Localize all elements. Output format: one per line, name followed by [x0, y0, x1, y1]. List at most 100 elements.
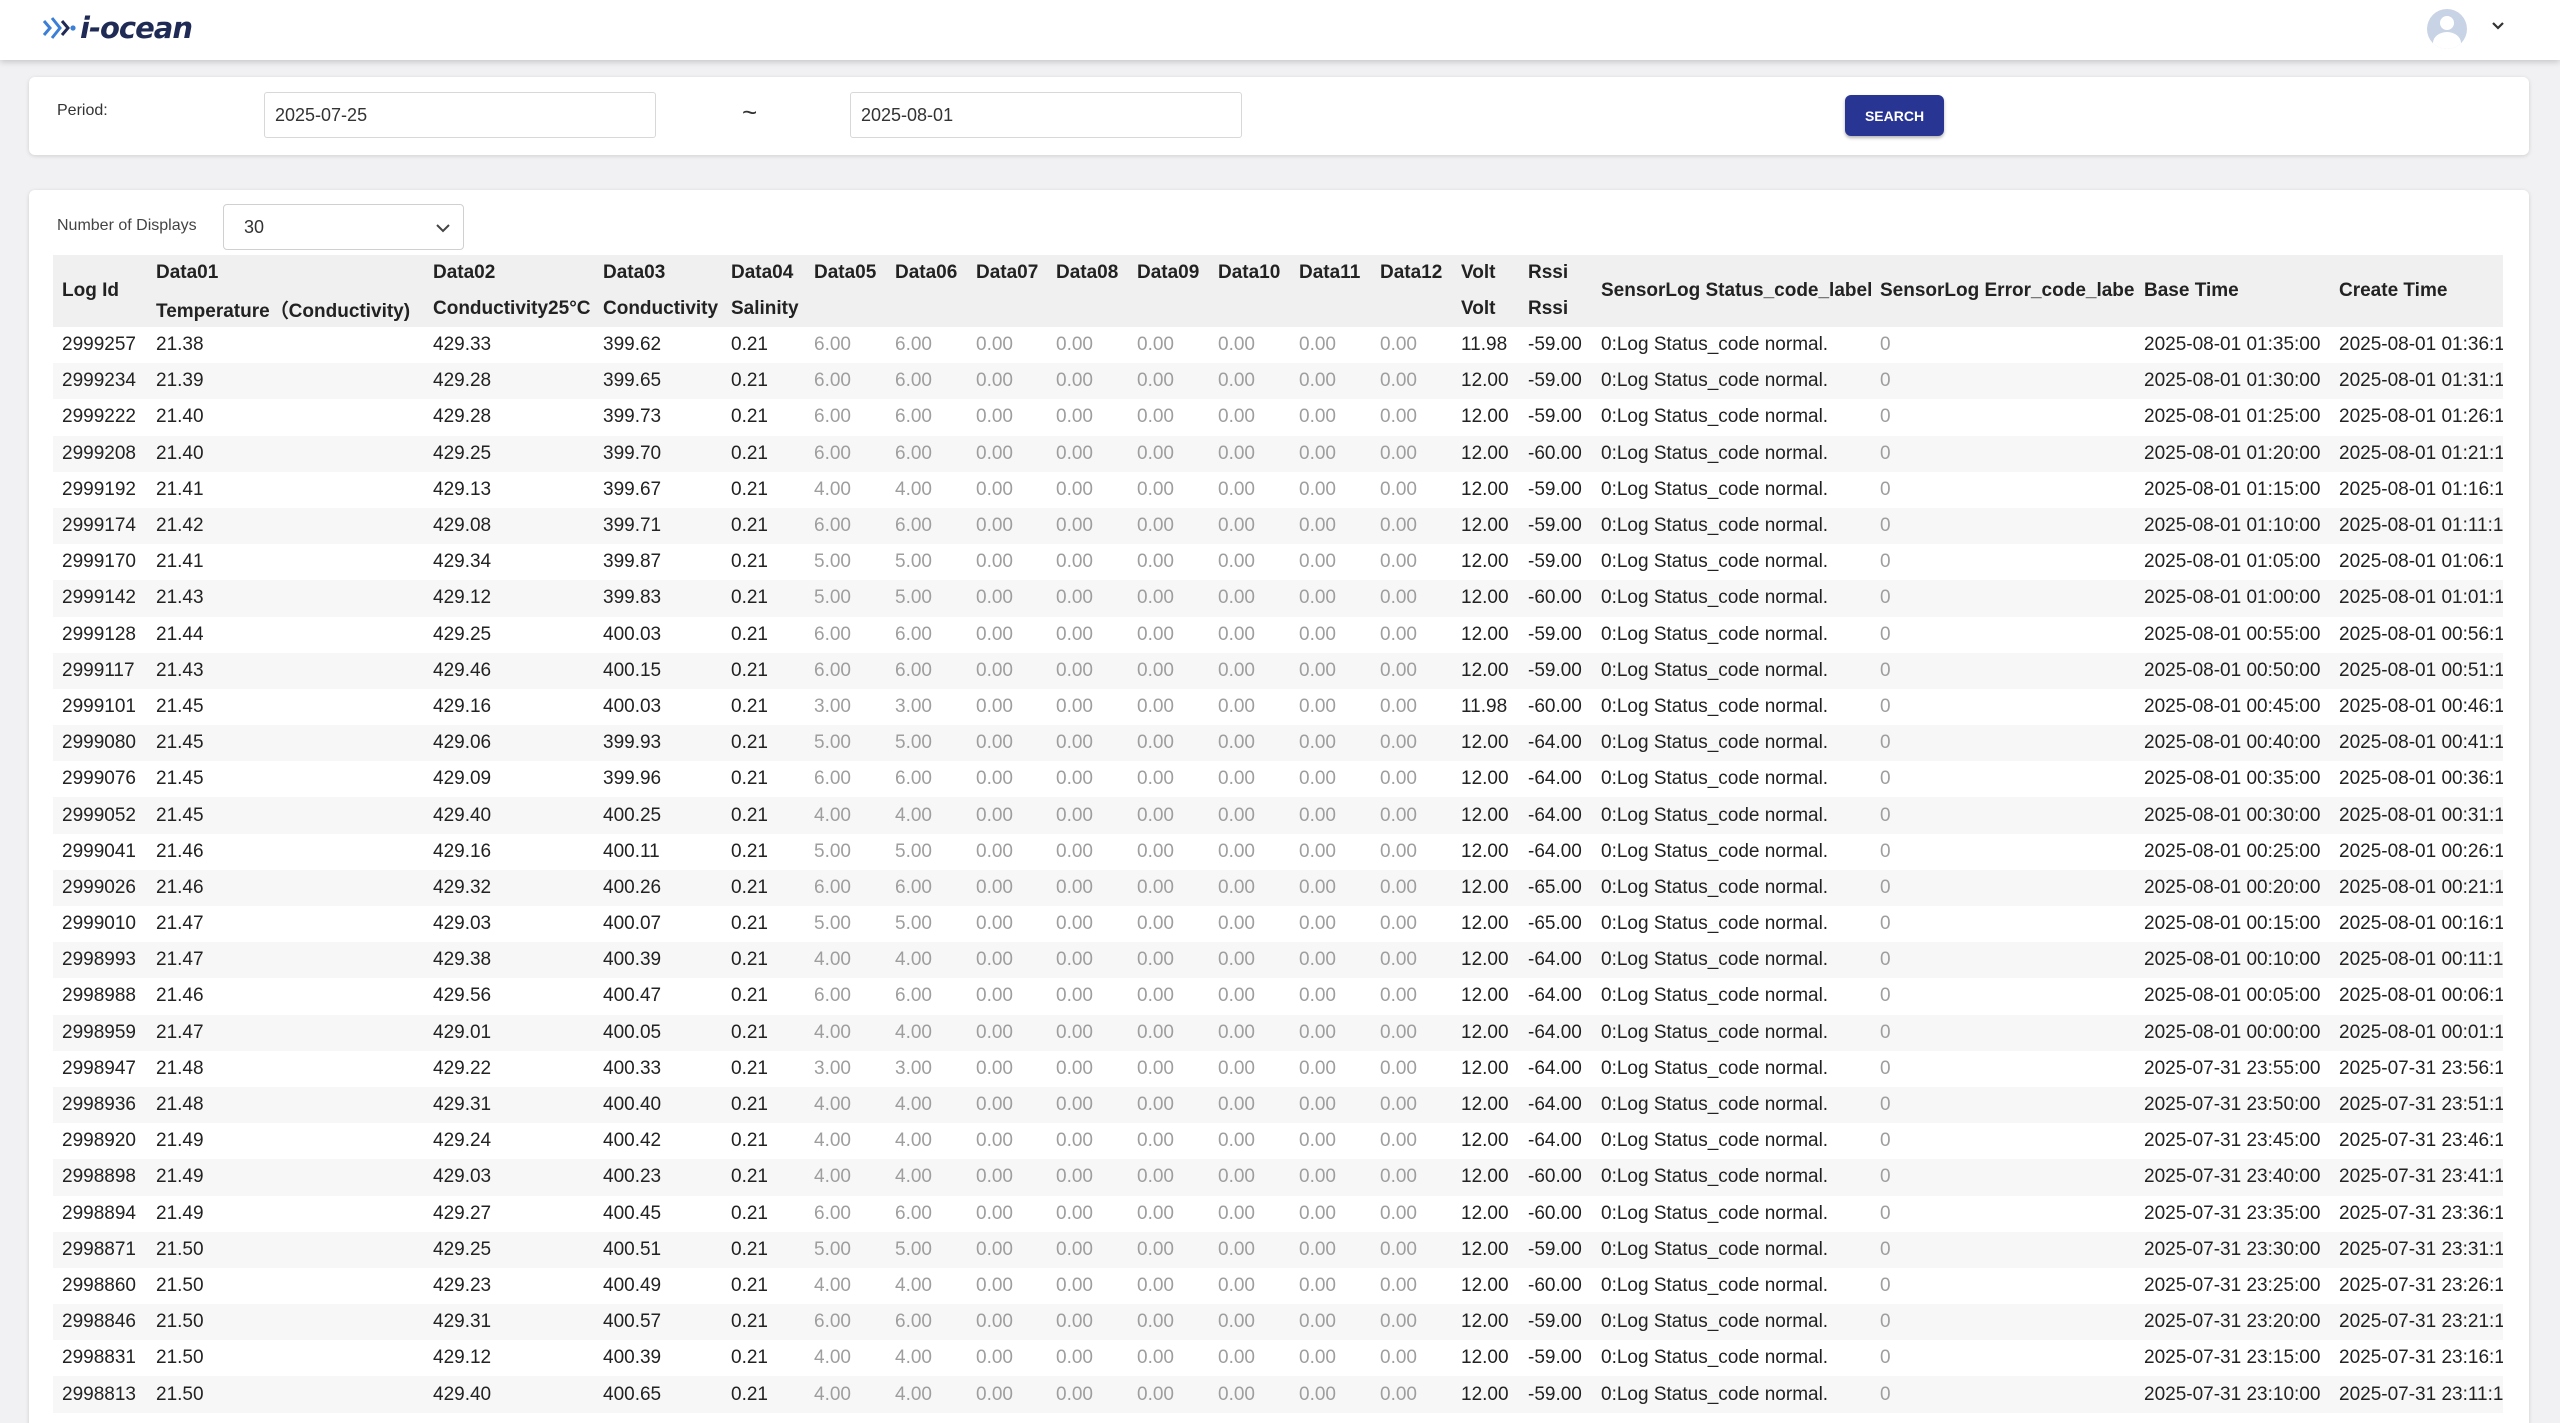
cell-status: 0:Log Status_code normal. [1601, 478, 1829, 500]
cell-status: 0:Log Status_code normal. [1592, 1304, 1871, 1341]
cell-data09: 0.00 [1137, 551, 1174, 573]
cell-create-time: 2025-07-31 23:41:1 [2330, 1159, 2503, 1196]
cell-data12: 0.00 [1380, 768, 1417, 790]
table-row[interactable]: 2998993 21.47 429.38 400.39 0.21 4.00 4.00 0.00… [53, 942, 2503, 979]
table-row[interactable]: 2998988 21.46 429.56 400.47 0.21 6.00 6.00 0.00… [53, 978, 2503, 1014]
table-row[interactable]: 2998860 21.50 429.23 400.49 0.21 4.00 4.00 0.00… [53, 1268, 2503, 1304]
cell-create-time: 2025-08-01 01:16:1 [2339, 478, 2503, 500]
cell-data09: 0.00 [1128, 797, 1209, 834]
table-row[interactable]: 2998947 21.48 429.22 400.33 0.21 3.00 3.00 0.00… [53, 1051, 2503, 1087]
table-row[interactable]: 2999234 21.39 429.28 399.65 0.21 6.00 6.00 0.00… [53, 363, 2503, 400]
cell-data01: 21.43 [147, 652, 424, 689]
cell-volt: 12.00 [1461, 1202, 1509, 1224]
search-button[interactable]: SEARCH [1845, 95, 1944, 136]
col-header-data11[interactable]: Data11 [1290, 255, 1371, 291]
cell-data02: 429.23 [433, 1274, 492, 1296]
table-row[interactable]: 2998813 21.50 429.40 400.65 0.21 4.00 4.00 0.00… [53, 1376, 2503, 1413]
cell-data11: 0.00 [1299, 623, 1336, 645]
table-row[interactable]: 2998831 21.50 429.12 400.39 0.21 4.00 4.00 0.00… [53, 1340, 2503, 1376]
cell-error: 0 [1871, 1086, 2135, 1124]
table-row[interactable]: 2999041 21.46 429.16 400.11 0.21 5.00 5.00 0.00… [53, 834, 2503, 870]
col-header-data04[interactable]: Data04 [722, 255, 805, 291]
table-row[interactable]: 2999170 21.41 429.34 399.87 0.21 5.00 5.00 0.00… [53, 544, 2503, 580]
col-header-data06[interactable]: Data06 [886, 255, 967, 291]
table-row[interactable]: 2999026 21.46 429.32 400.26 0.21 6.00 6.00 0.00… [53, 869, 2503, 906]
chevron-down-icon[interactable] [2488, 16, 2508, 36]
period-from-input[interactable] [264, 92, 656, 138]
table-row[interactable]: 2999128 21.44 429.25 400.03 0.21 6.00 6.00 0.00… [53, 617, 2503, 653]
cell-data02: 429.13 [433, 478, 492, 500]
table-row[interactable]: 2998846 21.50 429.31 400.57 0.21 6.00 6.00 0.00… [53, 1304, 2503, 1341]
cell-data09: 0.00 [1137, 1202, 1174, 1224]
col-subheader-volt: Volt [1452, 291, 1519, 327]
table-row[interactable]: 2999101 21.45 429.16 400.03 0.21 3.00 3.00 0.00… [53, 689, 2503, 725]
table-row[interactable]: 2998959 21.47 429.01 400.05 0.21 4.00 4.00 0.00… [53, 1014, 2503, 1051]
cell-data02: 429.56 [433, 985, 492, 1007]
cell-data07: 0.00 [976, 623, 1013, 645]
col-header-data12[interactable]: Data12 [1371, 255, 1452, 291]
col-header-data07[interactable]: Data07 [967, 255, 1047, 291]
table-row[interactable]: 2998920 21.49 429.24 400.42 0.21 4.00 4.00 0.00… [53, 1123, 2503, 1159]
cell-data06: 5.00 [895, 551, 932, 573]
col-header-rssi[interactable]: Rssi [1519, 255, 1592, 291]
table-row[interactable]: 2998871 21.50 429.25 400.51 0.21 5.00 5.00 0.00… [53, 1231, 2503, 1268]
table-row[interactable]: 2999208 21.40 429.25 399.70 0.21 6.00 6.00 0.00… [53, 435, 2503, 472]
col-header-data05[interactable]: Data05 [805, 255, 886, 291]
col-header-data03[interactable]: Data03 [594, 255, 722, 291]
table-row[interactable]: 2999080 21.45 429.06 399.93 0.21 5.00 5.00 0.00… [53, 725, 2503, 762]
table-row[interactable]: 2999010 21.47 429.03 400.07 0.21 5.00 5.00 0.00… [53, 906, 2503, 942]
col-header-data09[interactable]: Data09 [1128, 255, 1209, 291]
cell-data04: 0.21 [731, 1274, 768, 1296]
cell-data09: 0.00 [1137, 1274, 1174, 1296]
cell-data01: 21.50 [147, 1231, 424, 1268]
col-header-base-time[interactable]: Base Time [2135, 255, 2330, 327]
cell-volt: 12.00 [1452, 435, 1519, 472]
displays-select[interactable]: 30 [223, 204, 464, 250]
cell-data06: 3.00 [895, 695, 932, 717]
col-header-data01[interactable]: Data01 [147, 255, 424, 291]
table-row[interactable]: 2998936 21.48 429.31 400.40 0.21 4.00 4.00 0.00… [53, 1086, 2503, 1124]
col-header-status[interactable]: SensorLog Status_code_label. [1592, 255, 1871, 327]
table-row[interactable]: 2998898 21.49 429.03 400.23 0.21 4.00 4.00 0.00… [53, 1159, 2503, 1196]
cell-data06: 4.00 [886, 942, 967, 979]
period-to-input[interactable] [850, 92, 1242, 138]
user-avatar-icon[interactable] [2427, 9, 2467, 49]
cell-base-time: 2025-08-01 01:30:00 [2135, 363, 2330, 400]
cell-volt: 12.00 [1461, 1274, 1509, 1296]
table-body: 2999257 21.38 429.33 399.62 0.21 6.00 6.00 0.00… [53, 327, 2503, 1413]
table-row[interactable]: 2999222 21.40 429.28 399.73 0.21 6.00 6.00 0.00… [53, 399, 2503, 435]
table-row[interactable]: 2999257 21.38 429.33 399.62 0.21 6.00 6.00 0.00… [53, 327, 2503, 363]
cell-data01: 21.50 [156, 1274, 204, 1296]
cell-data09: 0.00 [1128, 725, 1209, 762]
cell-log-id: 2998959 [53, 1014, 147, 1051]
table-row[interactable]: 2999076 21.45 429.09 399.96 0.21 6.00 6.00 0.00… [53, 761, 2503, 797]
cell-log-id: 2999076 [62, 768, 136, 790]
cell-log-id: 2999192 [62, 478, 136, 500]
cell-status: 0:Log Status_code normal. [1592, 507, 1871, 545]
col-header-data02[interactable]: Data02 [424, 255, 594, 291]
table-row[interactable]: 2999052 21.45 429.40 400.25 0.21 4.00 4.00 0.00… [53, 797, 2503, 834]
cell-error: 0 [1880, 840, 1891, 862]
cell-error: 0 [1871, 797, 2135, 834]
table-row[interactable]: 2999174 21.42 429.08 399.71 0.21 6.00 6.00 0.00… [53, 507, 2503, 545]
table-row[interactable]: 2998894 21.49 429.27 400.45 0.21 6.00 6.00 0.00… [53, 1196, 2503, 1232]
col-header-data10[interactable]: Data10 [1209, 255, 1290, 291]
cell-status: 0:Log Status_code normal. [1601, 840, 1829, 862]
cell-error: 0 [1871, 580, 2135, 617]
cell-error: 0 [1880, 478, 1891, 500]
col-header-data08[interactable]: Data08 [1047, 255, 1128, 291]
col-header-create-time[interactable]: Create Time [2330, 255, 2503, 327]
col-header-volt[interactable]: Volt [1452, 255, 1519, 291]
cell-data02: 429.25 [424, 435, 594, 472]
table-row[interactable]: 2999117 21.43 429.46 400.15 0.21 6.00 6.00 0.00… [53, 652, 2503, 689]
cell-data10: 0.00 [1218, 1130, 1255, 1152]
table-row[interactable]: 2999142 21.43 429.12 399.83 0.21 5.00 5.00 0.00… [53, 580, 2503, 617]
table-row[interactable]: 2999192 21.41 429.13 399.67 0.21 4.00 4.00 0.00… [53, 472, 2503, 508]
cell-volt: 12.00 [1452, 363, 1519, 400]
col-header-log-id[interactable]: Log Id [53, 255, 147, 327]
cell-data10: 0.00 [1209, 1014, 1290, 1051]
cell-data09: 0.00 [1137, 695, 1174, 717]
brand-logo[interactable]: i-ocean [42, 11, 193, 45]
col-header-error[interactable]: SensorLog Error_code_label. [1871, 255, 2135, 327]
cell-data03: 400.03 [603, 623, 662, 645]
